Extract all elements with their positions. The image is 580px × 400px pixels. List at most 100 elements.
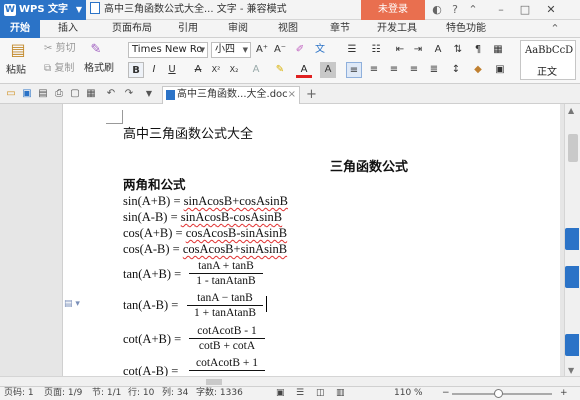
print-icon[interactable]: ⎙: [52, 87, 66, 101]
help-icon[interactable]: ?: [448, 3, 462, 17]
app-menu-button[interactable]: W WPS 文字 ▼: [0, 0, 86, 20]
sort-icon[interactable]: ⇅: [450, 42, 466, 58]
print-preview-icon[interactable]: ▢: [68, 87, 82, 101]
view-read-icon[interactable]: ▥: [336, 387, 345, 400]
tab-insert[interactable]: 插入: [48, 20, 88, 38]
skin-icon[interactable]: ◐: [430, 3, 444, 17]
side-panel-button[interactable]: [565, 266, 579, 288]
close-tab-icon[interactable]: ×: [288, 87, 296, 103]
zoom-slider[interactable]: [452, 389, 552, 398]
underline-button[interactable]: U: [164, 62, 180, 78]
scissors-icon: ✂: [44, 43, 53, 54]
paste-icon[interactable]: ▤: [8, 42, 28, 62]
status-pages[interactable]: 页面: 1/9: [44, 387, 82, 400]
subscript-button[interactable]: X₂: [226, 62, 242, 78]
font-color-button[interactable]: A: [296, 62, 312, 78]
view-page-icon[interactable]: ▣: [276, 387, 285, 400]
side-panel-button[interactable]: [565, 228, 579, 250]
cut-button[interactable]: ✂ 剪切: [44, 42, 76, 56]
justify-icon[interactable]: ≡: [406, 62, 422, 78]
bullet-list-icon[interactable]: ☰: [344, 42, 360, 58]
chinese-layout-icon[interactable]: A: [430, 42, 446, 58]
save-icon[interactable]: ▤: [36, 87, 50, 101]
shrink-font-button[interactable]: A⁻: [272, 42, 288, 58]
redo-icon[interactable]: ↷: [122, 87, 136, 101]
settings-icon[interactable]: ⌃: [466, 3, 480, 17]
font-name-combo[interactable]: Times New Ro ▼: [128, 42, 208, 58]
phonetic-button[interactable]: 文: [312, 42, 328, 58]
tab-features[interactable]: 特色功能: [436, 20, 496, 38]
scrollbar-thumb[interactable]: [568, 134, 578, 162]
new-icon[interactable]: ▣: [20, 87, 34, 101]
highlight-icon[interactable]: ✎: [272, 62, 288, 78]
export-pdf-icon[interactable]: ▦: [84, 87, 98, 101]
show-marks-icon[interactable]: ¶: [470, 42, 486, 58]
status-page-number: 页码: 1: [4, 388, 34, 398]
open-icon[interactable]: ▭: [4, 87, 18, 101]
undo-icon[interactable]: ↶: [104, 87, 118, 101]
superscript-button[interactable]: X²: [208, 62, 224, 78]
style-gallery[interactable]: AaBbCcD 正文: [520, 40, 576, 80]
view-web-icon[interactable]: ◫: [316, 387, 325, 400]
horizontal-scrollbar[interactable]: [0, 376, 580, 386]
fraction-lhs: tan(A+B) =: [123, 267, 182, 281]
copy-icon: ⧉: [44, 63, 52, 74]
paste-button[interactable]: 粘贴: [6, 64, 26, 78]
numbered-list-icon[interactable]: ☷: [368, 42, 384, 58]
align-left-icon[interactable]: ≡: [346, 62, 362, 78]
tab-chapter[interactable]: 章节: [322, 20, 358, 38]
view-outline-icon[interactable]: ☰: [296, 387, 304, 400]
formula-lhs: sin(A+B) =: [123, 194, 184, 208]
scroll-up-icon[interactable]: ▲: [568, 106, 574, 115]
strikethrough-button[interactable]: A: [190, 62, 206, 78]
zoom-slider-knob[interactable]: [494, 389, 503, 398]
paragraph-marker-icon[interactable]: ▤ ▾: [64, 299, 80, 309]
scroll-down-icon[interactable]: ▼: [568, 366, 574, 375]
copy-button[interactable]: ⧉ 复制: [44, 62, 74, 76]
tab-view[interactable]: 视图: [270, 20, 306, 38]
zoom-in-icon[interactable]: +: [560, 387, 568, 400]
text-cursor: [266, 296, 267, 312]
bold-button[interactable]: B: [128, 62, 144, 78]
italic-button[interactable]: I: [146, 62, 162, 78]
increase-indent-icon[interactable]: ⇥: [410, 42, 426, 58]
customize-qat-icon[interactable]: ▼: [142, 87, 156, 101]
status-word-count[interactable]: 字数: 1336: [196, 387, 243, 400]
tab-developer[interactable]: 开发工具: [372, 20, 422, 38]
maximize-icon[interactable]: □: [518, 3, 532, 17]
tab-start[interactable]: 开始: [0, 20, 40, 38]
clear-format-button[interactable]: ✐: [292, 42, 308, 58]
tab-review[interactable]: 审阅: [220, 20, 256, 38]
format-painter-icon[interactable]: ✎: [88, 42, 104, 58]
new-tab-button[interactable]: +: [306, 86, 317, 104]
login-button[interactable]: 未登录: [361, 0, 425, 20]
zoom-out-icon[interactable]: −: [442, 387, 450, 400]
char-shading-icon[interactable]: A: [320, 62, 336, 78]
document-tab[interactable]: 高中三角函数...大全.doc ×: [162, 86, 300, 104]
close-icon[interactable]: ✕: [544, 3, 558, 17]
minimize-icon[interactable]: –: [494, 3, 508, 17]
side-panel-button[interactable]: [565, 334, 579, 356]
tab-reference[interactable]: 引用: [170, 20, 206, 38]
line-spacing-icon[interactable]: ↕: [448, 62, 464, 78]
tab-page-layout[interactable]: 页面布局: [102, 20, 162, 38]
font-size-combo[interactable]: 小四 ▼: [211, 42, 251, 58]
margin-corner-mark: [106, 123, 123, 124]
scrollbar-thumb[interactable]: [206, 379, 222, 385]
decrease-indent-icon[interactable]: ⇤: [392, 42, 408, 58]
collapse-ribbon-icon[interactable]: ⌃: [548, 22, 562, 36]
grow-font-button[interactable]: A⁺: [254, 42, 270, 58]
fraction-denominator: 1 - tanAtanB: [196, 275, 256, 287]
formula-rhs: cosAcosB-sinAsinB: [185, 226, 288, 240]
distribute-icon[interactable]: ≣: [426, 62, 442, 78]
align-right-icon[interactable]: ≡: [386, 62, 402, 78]
formula-line: sin(A+B) = sinAcosB+cosAsinB: [123, 194, 288, 209]
shading-icon[interactable]: ◆: [470, 62, 486, 78]
align-center-icon[interactable]: ≡: [366, 62, 382, 78]
text-effect-icon[interactable]: A: [248, 62, 264, 78]
zoom-level[interactable]: 110 %: [394, 387, 423, 400]
menu-bar: 开始 插入 页面布局 引用 审阅 视图 章节 开发工具 特色功能 ⌃: [0, 20, 580, 38]
borders-icon[interactable]: ▦: [490, 42, 506, 58]
format-painter-button[interactable]: 格式刷: [84, 62, 114, 76]
table-borders-icon[interactable]: ▣: [492, 62, 508, 78]
